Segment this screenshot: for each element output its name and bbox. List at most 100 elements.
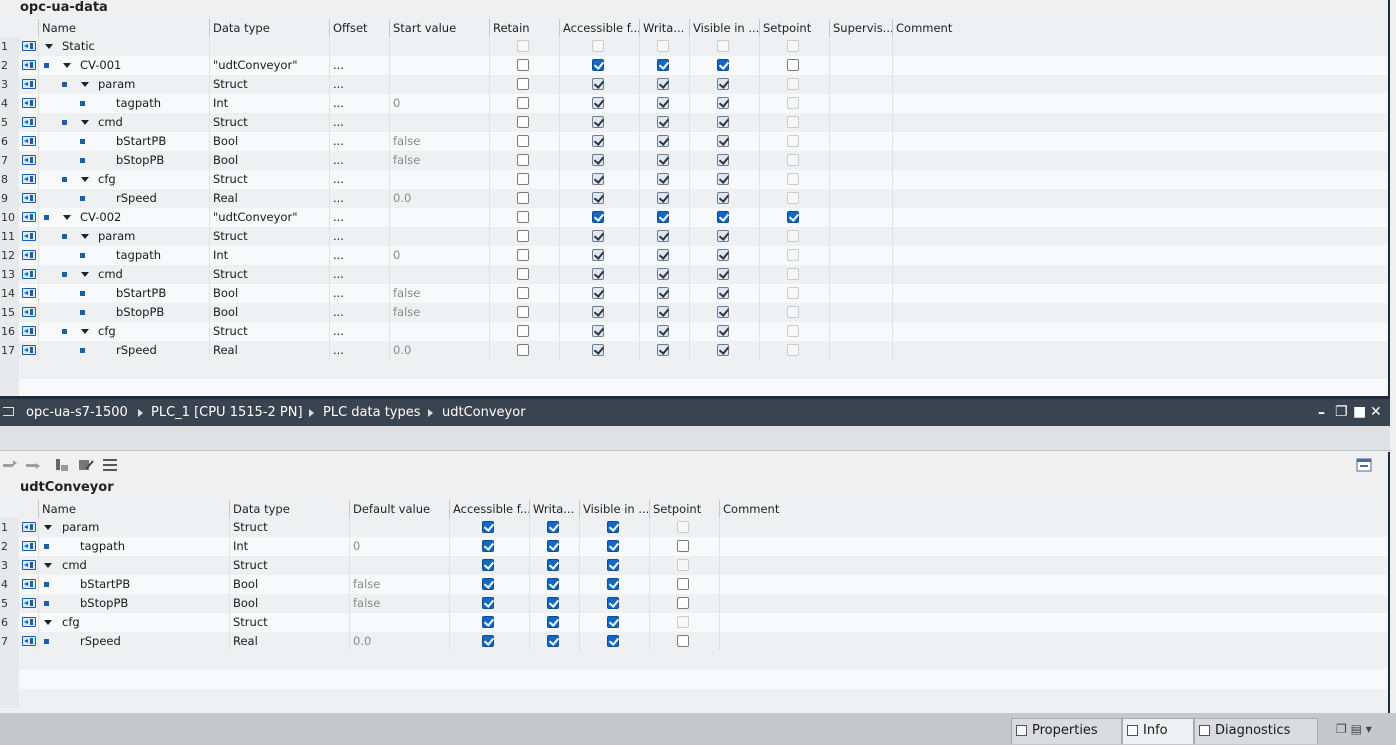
accessible-checkbox[interactable] [592, 154, 604, 166]
member-start-value[interactable]: 0 [393, 246, 400, 265]
col-default-value[interactable]: Default value [349, 500, 449, 518]
member-name[interactable]: tagpath [80, 537, 125, 556]
member-data-type[interactable]: Bool [213, 303, 238, 322]
visible-checkbox[interactable] [717, 59, 729, 71]
expand-triangle-icon[interactable] [81, 82, 89, 87]
table-row[interactable]: 10 CV-002 "udtConveyor"... [0, 208, 1390, 227]
accessible-checkbox[interactable] [592, 135, 604, 147]
writable-checkbox[interactable] [547, 578, 559, 590]
member-name[interactable]: cmd [62, 556, 87, 575]
accessible-checkbox[interactable] [592, 211, 604, 223]
expand-triangle-icon[interactable] [81, 177, 89, 182]
member-data-type[interactable]: Struct [233, 613, 268, 632]
member-name[interactable]: Static [62, 37, 95, 56]
retain-checkbox[interactable] [517, 173, 529, 185]
member-data-type[interactable]: Struct [213, 113, 248, 132]
member-name[interactable]: CV-001 [80, 56, 121, 75]
col-setpoint[interactable]: Setpoint [759, 19, 829, 37]
setpoint-checkbox[interactable] [787, 59, 799, 71]
close-icon[interactable]: ✕ [1370, 404, 1382, 420]
accessible-checkbox[interactable] [592, 59, 604, 71]
member-data-type[interactable]: Struct [213, 75, 248, 94]
breadcrumb-current[interactable]: udtConveyor [442, 399, 526, 426]
accessible-checkbox[interactable] [482, 635, 494, 647]
breadcrumb-project[interactable]: opc-ua-s7-1500 [26, 399, 128, 426]
retain-checkbox[interactable] [517, 287, 529, 299]
member-start-value[interactable]: 0.0 [393, 189, 411, 208]
accessible-checkbox[interactable] [592, 268, 604, 280]
accessible-checkbox[interactable] [592, 116, 604, 128]
visible-checkbox[interactable] [717, 230, 729, 242]
table-row[interactable]: 14 bStartPB Bool... false [0, 284, 1390, 303]
member-name[interactable]: tagpath [116, 246, 161, 265]
col-data-type[interactable]: Data type [209, 19, 329, 37]
insert-row-icon[interactable] [2, 458, 18, 472]
table-row[interactable]: 2 CV-001 "udtConveyor"... [0, 56, 1390, 75]
accessible-checkbox[interactable] [592, 344, 604, 356]
visible-checkbox[interactable] [717, 173, 729, 185]
accessible-checkbox[interactable] [592, 230, 604, 242]
writable-checkbox[interactable] [657, 268, 669, 280]
retain-checkbox[interactable] [517, 325, 529, 337]
accessible-checkbox[interactable] [592, 306, 604, 318]
table-row[interactable]: 7 rSpeed Real 0.0 [0, 632, 1390, 651]
restore-icon[interactable]: ❐ [1335, 404, 1348, 420]
table-row[interactable]: 4 tagpath Int... 0 [0, 94, 1390, 113]
visible-checkbox[interactable] [717, 344, 729, 356]
visible-checkbox[interactable] [607, 635, 619, 647]
table-row[interactable]: 8 cfg Struct... [0, 170, 1390, 189]
member-start-value[interactable]: false [393, 132, 420, 151]
col-accessible[interactable]: Accessible f... [449, 500, 529, 518]
writable-checkbox[interactable] [547, 616, 559, 628]
accessible-checkbox[interactable] [592, 78, 604, 90]
member-name[interactable]: cmd [98, 113, 123, 132]
visible-checkbox[interactable] [607, 616, 619, 628]
accessible-checkbox[interactable] [482, 540, 494, 552]
writable-checkbox[interactable] [547, 521, 559, 533]
tab-info[interactable]: Info [1122, 718, 1194, 744]
member-default-value[interactable]: 0 [353, 537, 360, 556]
expand-triangle-icon[interactable] [63, 215, 71, 220]
writable-checkbox[interactable] [657, 192, 669, 204]
member-start-value[interactable]: false [393, 284, 420, 303]
col-writable[interactable]: Writa... [529, 500, 579, 518]
writable-checkbox[interactable] [657, 154, 669, 166]
expand-triangle-icon[interactable] [45, 44, 53, 49]
writable-checkbox[interactable] [657, 344, 669, 356]
breadcrumb-folder[interactable]: PLC data types [323, 399, 421, 426]
member-start-value[interactable]: 0 [393, 94, 400, 113]
member-name[interactable]: cfg [98, 170, 116, 189]
edit-icon[interactable] [78, 458, 94, 472]
col-setpoint[interactable]: Setpoint [649, 500, 719, 518]
member-default-value[interactable]: false [353, 594, 380, 613]
member-data-type[interactable]: Struct [213, 265, 248, 284]
collapse-icon[interactable] [3, 407, 14, 416]
col-visible[interactable]: Visible in ... [579, 500, 649, 518]
member-default-value[interactable]: 0.0 [353, 632, 371, 651]
visible-checkbox[interactable] [717, 154, 729, 166]
table-row[interactable]: 6 cfg Struct [0, 613, 1390, 632]
member-data-type[interactable]: Struct [233, 518, 268, 537]
list-icon[interactable] [102, 458, 118, 472]
member-data-type[interactable]: Struct [213, 227, 248, 246]
table-row[interactable]: 15 bStopPB Bool... false [0, 303, 1390, 322]
visible-checkbox[interactable] [607, 559, 619, 571]
retain-checkbox[interactable] [517, 211, 529, 223]
member-data-type[interactable]: Bool [213, 151, 238, 170]
table-row[interactable]: 4 bStartPB Bool false [0, 575, 1390, 594]
writable-checkbox[interactable] [657, 325, 669, 337]
member-data-type[interactable]: Real [213, 341, 238, 360]
table-row[interactable]: 17 rSpeed Real... 0.0 [0, 341, 1390, 360]
maximize-icon[interactable]: ■ [1353, 404, 1366, 420]
writable-checkbox[interactable] [657, 173, 669, 185]
col-start-value[interactable]: Start value [389, 19, 489, 37]
member-name[interactable]: bStopPB [80, 594, 128, 613]
member-name[interactable]: rSpeed [80, 632, 121, 651]
table-row[interactable]: 5 bStopPB Bool false [0, 594, 1390, 613]
setpoint-checkbox[interactable] [787, 211, 799, 223]
retain-checkbox[interactable] [517, 192, 529, 204]
member-name[interactable]: rSpeed [116, 341, 157, 360]
member-name[interactable]: bStartPB [116, 132, 166, 151]
retain-checkbox[interactable] [517, 230, 529, 242]
member-name[interactable]: rSpeed [116, 189, 157, 208]
